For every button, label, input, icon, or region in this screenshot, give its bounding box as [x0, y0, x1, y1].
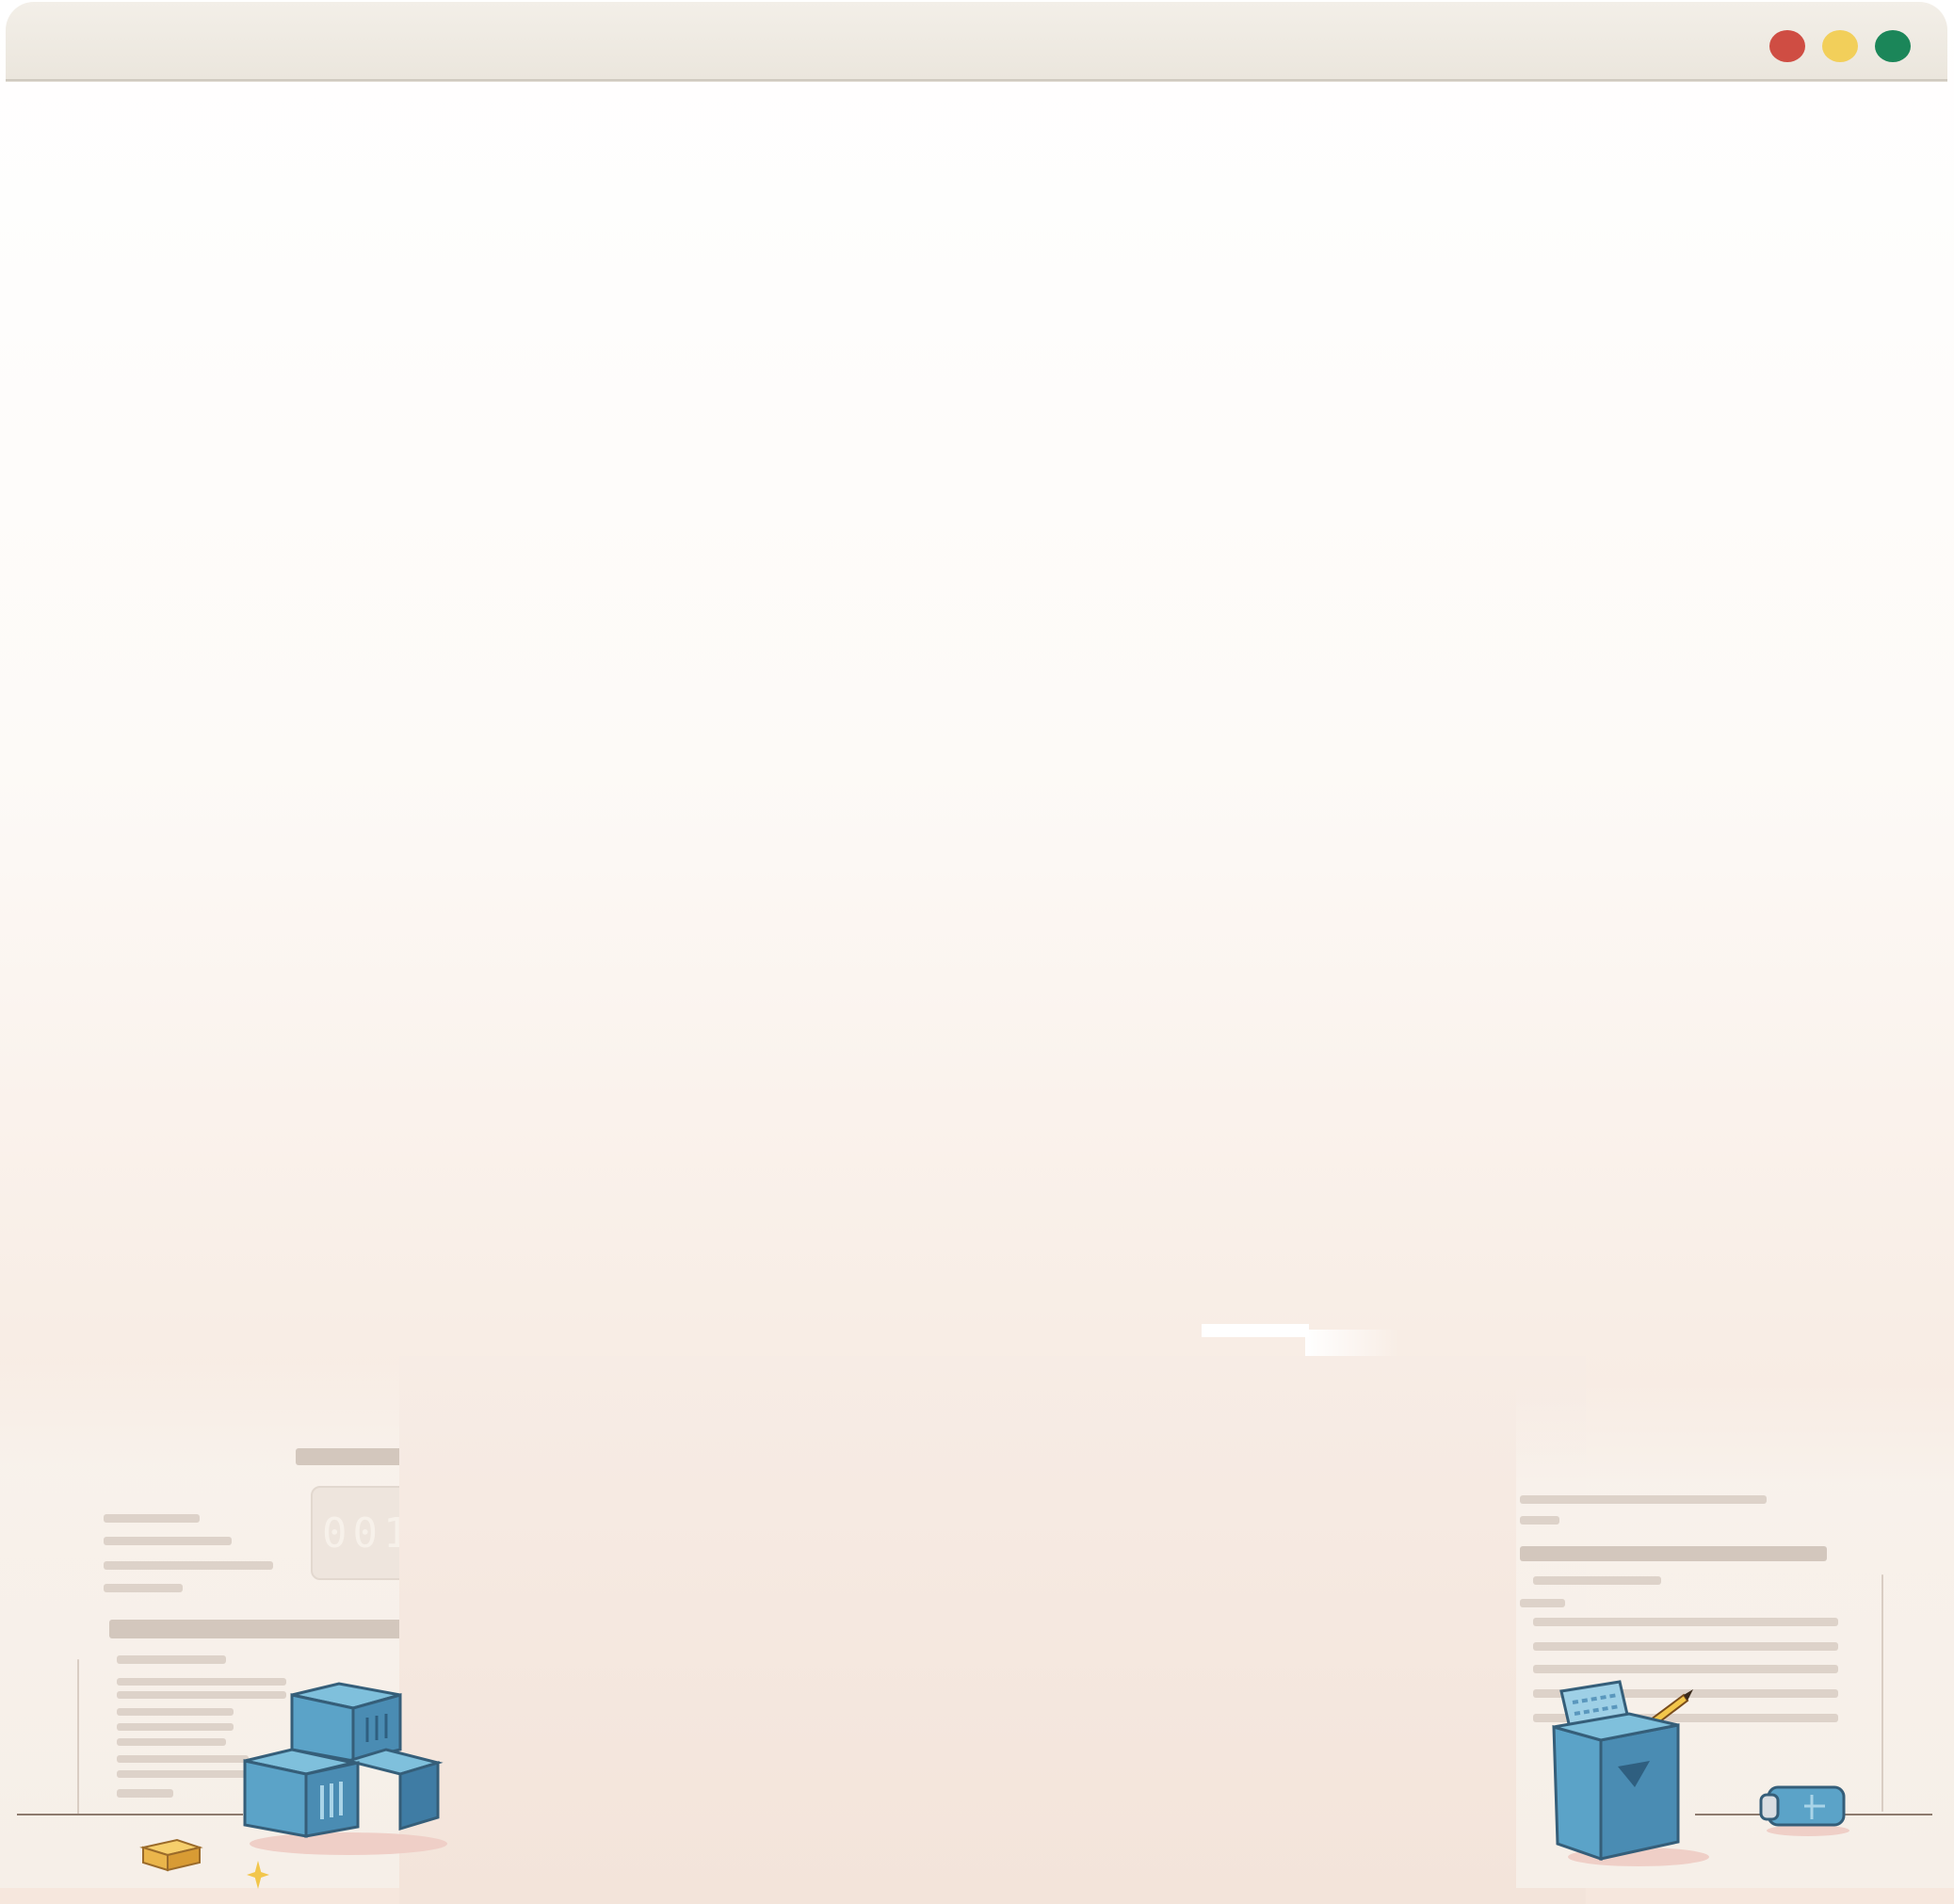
- highlight-strip: [1202, 1324, 1309, 1337]
- doc-line: [1520, 1495, 1767, 1504]
- battery-icon: [1759, 1785, 1849, 1836]
- background-shape: [399, 1356, 1586, 1904]
- doc-edge: [1881, 1574, 1883, 1812]
- doc-line: [1533, 1576, 1661, 1585]
- doc-line: [1520, 1516, 1559, 1525]
- doc-line: [104, 1514, 200, 1523]
- cubes-icon: [243, 1682, 447, 1855]
- doc-line: [117, 1789, 173, 1798]
- window-title-bar: [6, 2, 1947, 81]
- eraser-icon: [139, 1838, 203, 1872]
- minimize-button[interactable]: [1822, 30, 1858, 62]
- doc-line: [1520, 1599, 1565, 1607]
- sparkle-icon: [247, 1861, 269, 1889]
- content-area: [0, 81, 1954, 1324]
- pencil-cup-icon: [1552, 1680, 1709, 1866]
- doc-line: [117, 1708, 234, 1716]
- doc-line: [104, 1561, 273, 1570]
- doc-line: [117, 1755, 249, 1763]
- doc-line: [117, 1738, 226, 1746]
- doc-line: [1533, 1665, 1838, 1673]
- doc-line: [1533, 1618, 1838, 1626]
- close-button[interactable]: [1769, 30, 1805, 62]
- doc-line: [1533, 1642, 1838, 1651]
- maximize-button[interactable]: [1875, 30, 1911, 62]
- doc-line: [104, 1584, 183, 1592]
- ground-line: [17, 1814, 243, 1815]
- doc-line: [117, 1770, 249, 1778]
- doc-line: [117, 1655, 226, 1664]
- doc-line: [104, 1537, 232, 1545]
- doc-edge: [77, 1659, 79, 1815]
- doc-line: [1520, 1546, 1827, 1561]
- doc-line: [117, 1723, 234, 1731]
